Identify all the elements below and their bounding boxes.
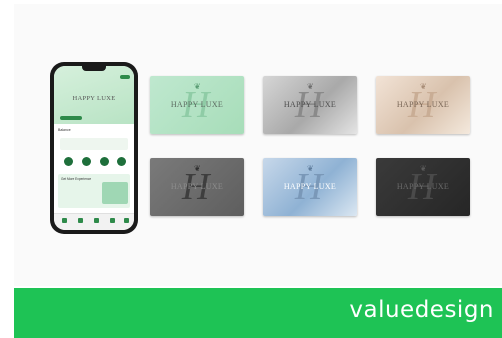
leaf-icon: ❦ xyxy=(194,164,201,173)
brand-footer: valuedesign xyxy=(14,288,502,338)
balance-row: Balance xyxy=(58,128,130,136)
gift-card-silver: H ❦ HAPPY LUXE xyxy=(263,76,357,134)
leaf-icon: ❦ xyxy=(307,82,314,91)
action-button-1[interactable] xyxy=(64,157,73,166)
tab-history-icon[interactable] xyxy=(110,218,115,223)
leaf-icon: ❦ xyxy=(420,164,427,173)
action-button-4[interactable] xyxy=(117,157,126,166)
tab-cards-icon[interactable] xyxy=(78,218,83,223)
leaf-icon: ❦ xyxy=(307,164,314,173)
gift-card-label: HAPPY LUXE xyxy=(170,100,224,109)
app-hero: HAPPY LUXE xyxy=(54,66,134,124)
action-buttons xyxy=(62,157,126,169)
app-tab-bar xyxy=(54,213,134,230)
gift-card-label: HAPPY LUXE xyxy=(170,182,224,191)
gift-card-label: HAPPY LUXE xyxy=(396,182,450,191)
app-card-preview[interactable] xyxy=(60,138,128,150)
phone-mockup: HAPPY LUXE Balance Get More Experience xyxy=(50,62,138,234)
brand-logo-text: valuedesign xyxy=(349,297,494,323)
action-button-3[interactable] xyxy=(100,157,109,166)
promo-image xyxy=(102,182,128,204)
gift-card-label: HAPPY LUXE xyxy=(283,100,337,109)
gift-card-label: HAPPY LUXE xyxy=(283,182,337,191)
tab-scan-icon[interactable] xyxy=(94,218,99,223)
app-hero-title: HAPPY LUXE xyxy=(72,95,116,102)
gift-card-black: H ❦ HAPPY LUXE xyxy=(376,158,470,216)
phone-screen: HAPPY LUXE Balance Get More Experience xyxy=(54,66,134,230)
gift-card-mint: H ❦ HAPPY LUXE xyxy=(150,76,244,134)
leaf-icon: ❦ xyxy=(420,82,427,91)
tab-home-icon[interactable] xyxy=(62,218,67,223)
tab-profile-icon[interactable] xyxy=(124,218,129,223)
action-button-2[interactable] xyxy=(82,157,91,166)
promo-title: Get More Experience xyxy=(61,177,92,181)
gift-card-champagne: H ❦ HAPPY LUXE xyxy=(376,76,470,134)
leaf-icon: ❦ xyxy=(194,82,201,91)
app-hero-pill[interactable] xyxy=(60,116,82,120)
gift-card-graphite: H ❦ HAPPY LUXE xyxy=(150,158,244,216)
gift-card-ice-blue: H ❦ HAPPY LUXE xyxy=(263,158,357,216)
gift-card-label: HAPPY LUXE xyxy=(396,100,450,109)
app-menu-button[interactable] xyxy=(120,75,130,79)
phone-notch xyxy=(82,66,106,71)
promo-banner[interactable]: Get More Experience xyxy=(58,174,130,208)
balance-label: Balance xyxy=(58,128,71,132)
